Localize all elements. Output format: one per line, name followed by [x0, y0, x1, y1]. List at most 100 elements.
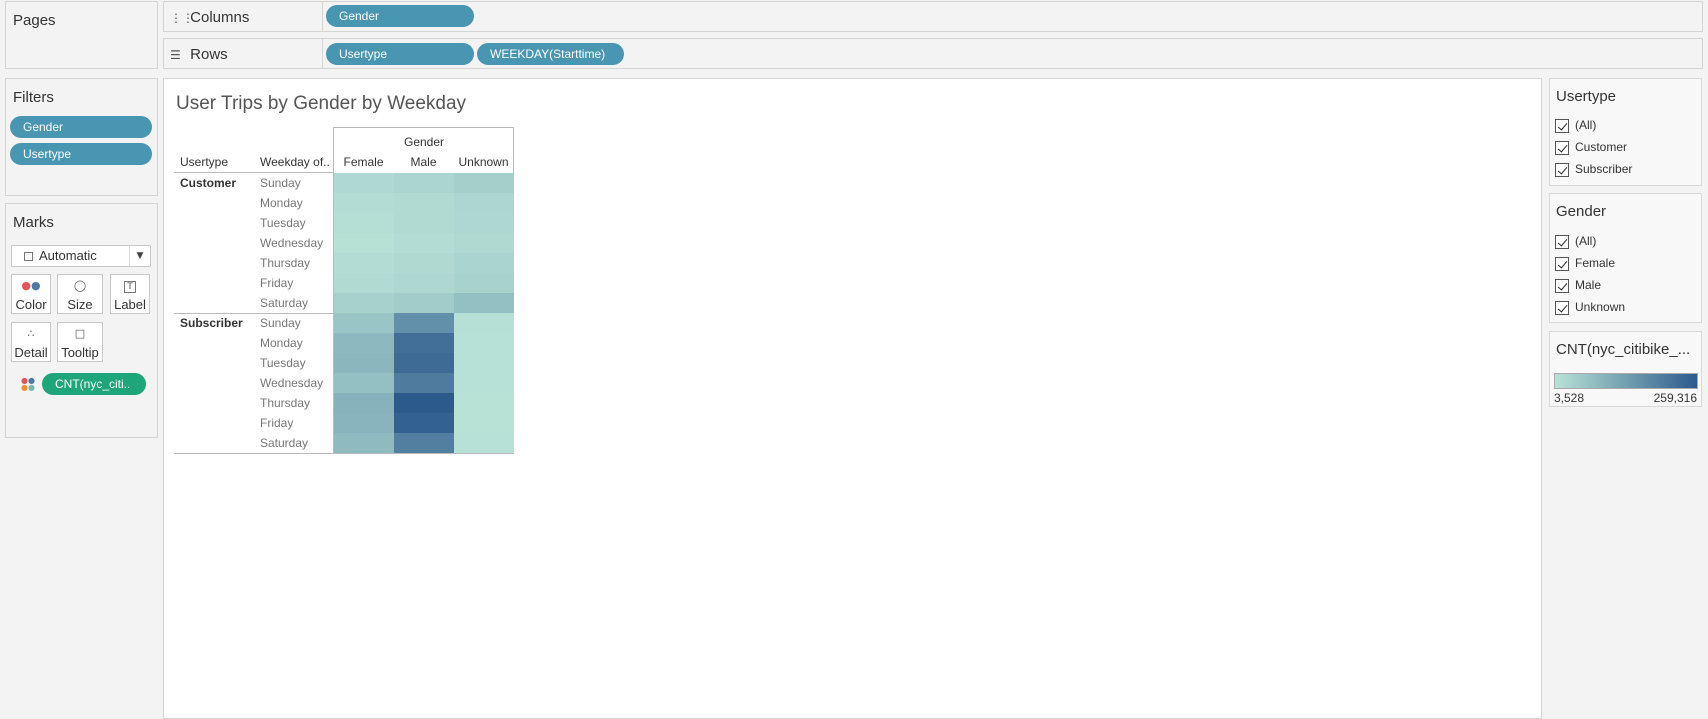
- gender-option-all[interactable]: (All): [1555, 234, 1596, 252]
- gender-column-header[interactable]: Female: [334, 155, 393, 169]
- group-divider: [174, 453, 514, 454]
- weekday-row-label[interactable]: Thursday: [260, 396, 310, 410]
- gender-option-male[interactable]: Male: [1555, 278, 1601, 296]
- gender-filter-title: Gender: [1556, 203, 1607, 220]
- size-button[interactable]: ◯ Size: [57, 274, 103, 314]
- detail-icon: ∴: [27, 327, 35, 340]
- heatmap-cell[interactable]: [394, 313, 454, 333]
- gender-option-unknown[interactable]: Unknown: [1555, 300, 1625, 318]
- weekday-row-label[interactable]: Wednesday: [260, 236, 323, 250]
- heatmap-cell[interactable]: [334, 193, 394, 213]
- color-legend-card[interactable]: CNT(nyc_citibike_... 3,528 259,316: [1549, 331, 1702, 407]
- heatmap-cell[interactable]: [334, 233, 394, 253]
- checkbox-checked-icon[interactable]: [1555, 256, 1569, 271]
- heatmap-cell[interactable]: [394, 373, 454, 393]
- heatmap-cell[interactable]: [394, 213, 454, 233]
- heatmap-cell[interactable]: [334, 293, 394, 313]
- heatmap-cell[interactable]: [454, 413, 514, 433]
- pages-panel[interactable]: Pages: [5, 1, 158, 69]
- view-canvas[interactable]: User Trips by Gender by Weekday Gender U…: [163, 78, 1542, 719]
- usertype-row-header[interactable]: Usertype: [180, 155, 228, 169]
- heatmap-cell[interactable]: [454, 173, 514, 193]
- tooltip-button[interactable]: □ Tooltip: [57, 322, 103, 362]
- mark-type-dropdown[interactable]: Automatic ▼: [11, 245, 151, 267]
- heatmap-cell[interactable]: [394, 233, 454, 253]
- rows-pill-usertype[interactable]: Usertype: [326, 43, 474, 65]
- weekday-row-header[interactable]: Weekday of..: [260, 155, 330, 169]
- usertype-row-label[interactable]: Subscriber: [180, 316, 243, 330]
- heatmap-cell[interactable]: [454, 273, 514, 293]
- detail-button-label: Detail: [14, 345, 48, 360]
- chevron-down-icon[interactable]: ▼: [129, 246, 150, 266]
- checkbox-checked-icon[interactable]: [1555, 118, 1569, 133]
- heatmap-cell[interactable]: [454, 313, 514, 333]
- weekday-row-label[interactable]: Friday: [260, 276, 293, 290]
- checkbox-checked-icon[interactable]: [1555, 140, 1569, 155]
- columns-pill-gender[interactable]: Gender: [326, 5, 474, 27]
- heatmap-cell[interactable]: [454, 333, 514, 353]
- heatmap-cell[interactable]: [454, 233, 514, 253]
- heatmap-cell[interactable]: [394, 273, 454, 293]
- marks-panel[interactable]: Marks: [5, 203, 158, 438]
- heatmap-cell[interactable]: [394, 253, 454, 273]
- weekday-row-label[interactable]: Monday: [260, 196, 303, 210]
- heatmap-cell[interactable]: [454, 393, 514, 413]
- weekday-row-label[interactable]: Sunday: [260, 316, 301, 330]
- heatmap-cell[interactable]: [334, 353, 394, 373]
- heatmap-cell[interactable]: [454, 213, 514, 233]
- color-button[interactable]: ●● Color: [11, 274, 51, 314]
- heatmap-cell[interactable]: [334, 333, 394, 353]
- heatmap-cell[interactable]: [394, 293, 454, 313]
- heatmap-cell[interactable]: [454, 193, 514, 213]
- heatmap-cell[interactable]: [394, 353, 454, 373]
- usertype-option-subscriber[interactable]: Subscriber: [1555, 162, 1632, 180]
- weekday-row-label[interactable]: Sunday: [260, 176, 301, 190]
- measure-pill-cnt[interactable]: CNT(nyc_citi..: [42, 373, 146, 395]
- weekday-row-label[interactable]: Saturday: [260, 296, 308, 310]
- weekday-row-label[interactable]: Thursday: [260, 256, 310, 270]
- weekday-row-label[interactable]: Tuesday: [260, 216, 306, 230]
- heatmap-cell[interactable]: [394, 193, 454, 213]
- detail-button[interactable]: ∴ Detail: [11, 322, 51, 362]
- checkbox-checked-icon[interactable]: [1555, 278, 1569, 293]
- label-button[interactable]: T Label: [110, 274, 150, 314]
- heatmap-cell[interactable]: [394, 413, 454, 433]
- rows-pill-weekday[interactable]: WEEKDAY(Starttime): [477, 43, 624, 65]
- usertype-row-label[interactable]: Customer: [180, 176, 236, 190]
- heatmap-cell[interactable]: [334, 373, 394, 393]
- usertype-filter-title: Usertype: [1556, 88, 1617, 105]
- heatmap-cell[interactable]: [454, 433, 514, 453]
- heatmap-cell[interactable]: [394, 393, 454, 413]
- weekday-row-label[interactable]: Monday: [260, 336, 303, 350]
- rows-icon: ☰: [170, 48, 181, 62]
- gender-option-female[interactable]: Female: [1555, 256, 1615, 274]
- weekday-row-label[interactable]: Saturday: [260, 436, 308, 450]
- heatmap-cell[interactable]: [334, 253, 394, 273]
- checkbox-checked-icon[interactable]: [1555, 162, 1569, 177]
- gender-column-header[interactable]: Unknown: [454, 155, 513, 169]
- heatmap-cell[interactable]: [334, 213, 394, 233]
- checkbox-checked-icon[interactable]: [1555, 234, 1569, 249]
- heatmap-cell[interactable]: [454, 373, 514, 393]
- heatmap-cell[interactable]: [334, 173, 394, 193]
- heatmap-cell[interactable]: [334, 313, 394, 333]
- heatmap-cell[interactable]: [334, 393, 394, 413]
- filter-pill-usertype[interactable]: Usertype: [10, 143, 152, 165]
- usertype-option-all[interactable]: (All): [1555, 118, 1596, 136]
- gender-column-header[interactable]: Male: [394, 155, 453, 169]
- weekday-row-label[interactable]: Wednesday: [260, 376, 323, 390]
- heatmap-cell[interactable]: [394, 173, 454, 193]
- checkbox-checked-icon[interactable]: [1555, 300, 1569, 315]
- heatmap-cell[interactable]: [394, 433, 454, 453]
- usertype-option-customer[interactable]: Customer: [1555, 140, 1627, 158]
- weekday-row-label[interactable]: Friday: [260, 416, 293, 430]
- heatmap-cell[interactable]: [454, 253, 514, 273]
- weekday-row-label[interactable]: Tuesday: [260, 356, 306, 370]
- heatmap-cell[interactable]: [454, 353, 514, 373]
- heatmap-cell[interactable]: [334, 273, 394, 293]
- heatmap-cell[interactable]: [334, 413, 394, 433]
- heatmap-cell[interactable]: [334, 433, 394, 453]
- heatmap-cell[interactable]: [394, 333, 454, 353]
- filter-pill-gender[interactable]: Gender: [10, 116, 152, 138]
- heatmap-cell[interactable]: [454, 293, 514, 313]
